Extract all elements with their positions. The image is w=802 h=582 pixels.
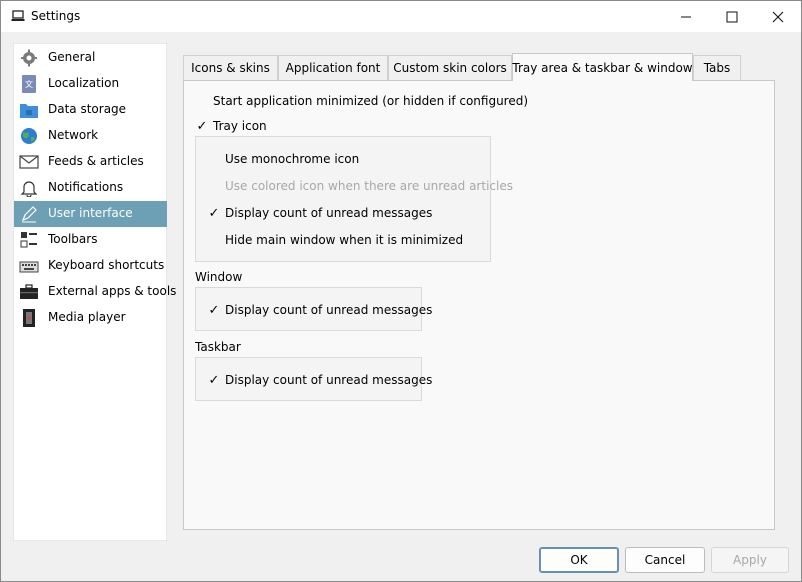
sidebar-item-external-apps[interactable]: External apps & tools xyxy=(14,279,176,305)
cancel-button[interactable]: Cancel xyxy=(625,547,705,573)
checkmark-icon: ✓ xyxy=(208,372,220,388)
tab-custom-skin-colors[interactable]: Custom skin colors xyxy=(388,55,512,80)
sidebar-item-localization[interactable]: 文 Localization xyxy=(14,71,167,97)
minimize-button[interactable] xyxy=(663,1,709,32)
sidebar-item-media-player[interactable]: Media player xyxy=(14,305,167,331)
checkbox-box xyxy=(207,152,221,166)
window-display-count-checkbox[interactable]: ✓ Display count of unread messages xyxy=(207,302,433,320)
laptop-icon xyxy=(11,10,25,21)
checkbox-label: Display count of unread messages xyxy=(225,303,433,317)
checkbox-box xyxy=(195,94,209,108)
settings-window: Settings General 文 Localization Data sto… xyxy=(0,0,802,582)
maximize-icon xyxy=(726,11,738,22)
checkbox-label: Hide main window when it is minimized xyxy=(225,233,464,247)
checkbox-box xyxy=(207,179,221,193)
toolbar-icon xyxy=(20,232,37,248)
tab-tray-taskbar-window[interactable]: Tray area & taskbar & window xyxy=(512,53,693,81)
maximize-button[interactable] xyxy=(709,1,755,32)
keyboard-icon xyxy=(19,261,39,273)
minimize-icon xyxy=(681,16,691,17)
svg-text:文: 文 xyxy=(25,79,33,89)
title-bar: Settings xyxy=(1,1,801,32)
button-label: Cancel xyxy=(644,553,686,567)
sidebar-item-label: Keyboard shortcuts xyxy=(48,258,165,272)
tab-label: Icons & skins xyxy=(191,61,270,75)
sidebar-item-keyboard-shortcuts[interactable]: Keyboard shortcuts xyxy=(14,253,167,279)
tab-icons-skins[interactable]: Icons & skins xyxy=(183,55,278,80)
monochrome-icon-checkbox[interactable]: Use monochrome icon xyxy=(207,151,467,169)
sidebar-item-label: User interface xyxy=(48,206,133,220)
checkmark-icon: ✓ xyxy=(208,302,220,318)
settings-sidebar: General 文 Localization Data storage Netw… xyxy=(13,43,176,541)
tab-label: Tabs xyxy=(703,61,731,75)
hide-main-window-checkbox[interactable]: Hide main window when it is minimized xyxy=(207,232,467,250)
checkbox-label: Start application minimized (or hidden i… xyxy=(213,94,529,108)
sidebar-item-network[interactable]: Network xyxy=(14,123,167,149)
sidebar-item-label: Data storage xyxy=(48,102,127,116)
ok-button[interactable]: OK xyxy=(539,547,619,573)
sidebar-item-data-storage[interactable]: Data storage xyxy=(14,97,167,123)
close-button[interactable] xyxy=(755,1,801,32)
pen-icon xyxy=(21,206,37,223)
checkbox-box xyxy=(207,233,221,247)
taskbar-display-count-checkbox[interactable]: ✓ Display count of unread messages xyxy=(207,372,433,390)
checkbox-label: Use monochrome icon xyxy=(225,152,360,166)
sidebar-item-label: Network xyxy=(48,128,99,142)
tab-label: Application font xyxy=(285,61,381,75)
start-minimized-checkbox[interactable]: Start application minimized (or hidden i… xyxy=(195,93,528,111)
gear-icon xyxy=(21,49,37,67)
tab-tabs[interactable]: Tabs xyxy=(693,55,741,80)
tab-application-font[interactable]: Application font xyxy=(278,55,388,80)
sidebar-item-label: Feeds & articles xyxy=(48,154,144,168)
checkbox-label: Use colored icon when there are unread a… xyxy=(225,179,513,193)
bell-icon xyxy=(20,181,38,197)
sidebar-item-label: Localization xyxy=(48,76,120,90)
toolbox-icon xyxy=(20,284,38,299)
checkmark-icon: ✓ xyxy=(196,118,208,134)
film-icon xyxy=(23,309,35,327)
sidebar-item-feeds-articles[interactable]: Feeds & articles xyxy=(14,149,167,175)
folder-lock-icon xyxy=(20,104,38,118)
apply-button[interactable]: Apply xyxy=(711,547,789,573)
tab-label: Tray area & taskbar & window xyxy=(512,60,693,75)
translate-icon: 文 xyxy=(22,75,36,93)
checkmark-icon: ✓ xyxy=(208,205,220,221)
button-label: Apply xyxy=(733,553,767,567)
colored-icon-checkbox[interactable]: Use colored icon when there are unread a… xyxy=(207,178,513,196)
sidebar-item-label: General xyxy=(48,50,96,64)
taskbar-section-title: Taskbar xyxy=(195,340,241,354)
tray-icon-checkbox[interactable]: ✓ Tray icon xyxy=(195,118,295,136)
close-icon xyxy=(772,11,784,22)
window-title: Settings xyxy=(31,9,81,23)
envelope-icon xyxy=(19,155,39,169)
sidebar-item-general[interactable]: General xyxy=(14,45,167,71)
sidebar-item-label: Notifications xyxy=(48,180,124,194)
checkbox-label: Tray icon xyxy=(213,119,267,133)
sidebar-item-label: Media player xyxy=(48,310,126,324)
checkbox-label: Display count of unread messages xyxy=(225,206,433,220)
tab-label: Custom skin colors xyxy=(393,61,507,75)
globe-icon xyxy=(21,128,37,144)
sidebar-item-label: External apps & tools xyxy=(48,284,177,298)
sidebar-item-toolbars[interactable]: Toolbars xyxy=(14,227,167,253)
button-label: OK xyxy=(570,553,588,567)
sidebar-item-notifications[interactable]: Notifications xyxy=(14,175,167,201)
checkbox-label: Display count of unread messages xyxy=(225,373,433,387)
sidebar-item-user-interface[interactable]: User interface xyxy=(14,201,167,227)
tray-display-count-checkbox[interactable]: ✓ Display count of unread messages xyxy=(207,205,467,223)
window-section-title: Window xyxy=(195,270,243,284)
sidebar-item-label: Toolbars xyxy=(48,232,98,246)
